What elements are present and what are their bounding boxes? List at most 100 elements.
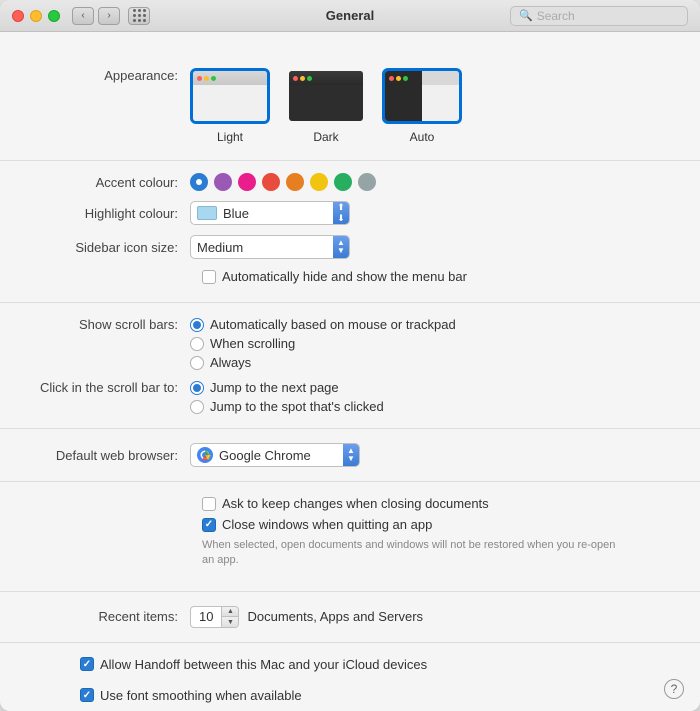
spacer [40,678,660,688]
click-spot-row: Jump to the spot that's clicked [190,399,384,414]
accent-orange[interactable] [286,173,304,191]
thumb-auto-red [389,76,394,81]
thumb-auto-bar [385,71,459,85]
scroll-always-label: Always [210,355,251,370]
browser-row: Default web browser: Google Chrome ▲▼ [40,443,660,467]
sidebar-dropdown[interactable]: Medium ▲▼ [190,235,350,259]
accent-blue[interactable] [190,173,208,191]
appearance-thumb-light [190,68,270,124]
thumb-dark-yellow [300,76,305,81]
close-button[interactable] [12,10,24,22]
sidebar-label: Sidebar icon size: [40,240,190,255]
recent-section: Recent items: 10 ▲ ▼ Documents, Apps and… [0,592,700,643]
thumb-auto-content [385,85,459,121]
chevron-ud-icon: ▲▼ [347,447,355,463]
thumb-light-bar [193,71,267,85]
click-next-radio[interactable] [190,381,204,395]
browser-section: Default web browser: Google Chrome ▲▼ [0,429,700,482]
sidebar-value: Medium [197,240,343,255]
scroll-section: Show scroll bars: Automatically based on… [0,303,700,429]
click-spot-label: Jump to the spot that's clicked [210,399,384,414]
appearance-section: Appearance: [0,52,700,161]
click-spot-radio[interactable] [190,400,204,414]
chevron-icon: ▲▼ [337,239,345,255]
accent-red[interactable] [262,173,280,191]
scroll-scrolling-radio[interactable] [190,337,204,351]
scroll-auto-label: Automatically based on mouse or trackpad [210,317,456,332]
menubar-checkbox[interactable] [202,270,216,284]
menubar-label: Automatically hide and show the menu bar [222,269,467,284]
appearance-dark-label: Dark [313,130,338,144]
highlight-label: Highlight colour: [40,206,190,221]
window: ‹ › General 🔍 Search Appearance: [0,0,700,711]
handoff-label: Allow Handoff between this Mac and your … [100,657,427,672]
accent-row: Accent colour: [40,173,660,191]
accent-purple[interactable] [214,173,232,191]
thumb-dark-red [293,76,298,81]
accent-pink[interactable] [238,173,256,191]
apps-grid-icon [133,9,146,22]
click-next-label: Jump to the next page [210,380,339,395]
accent-green[interactable] [334,173,352,191]
accent-label: Accent colour: [40,175,190,190]
search-box[interactable]: 🔍 Search [510,6,688,26]
search-icon: 🔍 [519,9,533,22]
forward-button[interactable]: › [98,7,120,25]
click-next-row: Jump to the next page [190,380,384,395]
recent-stepper[interactable]: 10 ▲ ▼ [190,606,239,628]
recent-label: Recent items: [40,609,190,624]
browser-label: Default web browser: [40,448,190,463]
appearance-thumb-auto [382,68,462,124]
click-scroll-label: Click in the scroll bar to: [40,380,190,395]
ask-changes-row: Ask to keep changes when closing documen… [202,496,660,511]
thumb-auto-inner [385,71,459,121]
thumb-yellow-dot [204,76,209,81]
ask-changes-label: Ask to keep changes when closing documen… [222,496,489,511]
font-smoothing-checkbox[interactable] [80,688,94,702]
thumb-auto-yellow [396,76,401,81]
appearance-option-auto[interactable]: Auto [382,68,462,144]
thumb-dark-bar [289,71,363,85]
scroll-auto-row: Automatically based on mouse or trackpad [190,317,456,332]
click-scroll-row: Click in the scroll bar to: Jump to the … [40,380,660,414]
sidebar-arrow: ▲▼ [333,236,349,258]
stepper-down[interactable]: ▼ [222,617,238,627]
ask-changes-checkbox[interactable] [202,497,216,511]
accent-colors [190,173,376,191]
stepper-up[interactable]: ▲ [222,607,238,618]
scroll-always-radio[interactable] [190,356,204,370]
search-placeholder: Search [537,9,575,23]
help-button[interactable]: ? [664,679,684,699]
appearance-options: Light [190,68,462,144]
browser-value: Google Chrome [219,448,353,463]
scroll-auto-radio[interactable] [190,318,204,332]
accent-graphite[interactable] [358,173,376,191]
click-scroll-options: Jump to the next page Jump to the spot t… [190,380,384,414]
accent-yellow[interactable] [310,173,328,191]
appearance-label: Appearance: [40,68,190,83]
scroll-options: Automatically based on mouse or trackpad… [190,317,456,370]
nav-buttons: ‹ › [72,7,120,25]
apps-button[interactable] [128,7,150,25]
appearance-option-dark[interactable]: Dark [286,68,366,144]
thumb-light-inner [193,71,267,121]
thumb-green-dot [211,76,216,81]
stepper-value: 10 [191,607,222,627]
font-smoothing-row: Use font smoothing when available [80,688,660,703]
recent-row: Recent items: 10 ▲ ▼ Documents, Apps and… [40,606,660,628]
close-windows-row: Close windows when quitting an app [202,517,660,532]
highlight-dropdown[interactable]: Blue ⬆⬇ [190,201,350,225]
close-windows-checkbox[interactable] [202,518,216,532]
minimize-button[interactable] [30,10,42,22]
appearance-option-light[interactable]: Light [190,68,270,144]
thumb-dark-content [289,85,363,93]
highlight-swatch [197,206,217,220]
maximize-button[interactable] [48,10,60,22]
browser-dropdown[interactable]: Google Chrome ▲▼ [190,443,360,467]
thumb-auto-dark [385,85,422,121]
thumb-light-content [193,85,267,93]
handoff-checkbox[interactable] [80,657,94,671]
menubar-row: Automatically hide and show the menu bar [202,269,660,284]
scroll-scrolling-row: When scrolling [190,336,456,351]
back-button[interactable]: ‹ [72,7,94,25]
